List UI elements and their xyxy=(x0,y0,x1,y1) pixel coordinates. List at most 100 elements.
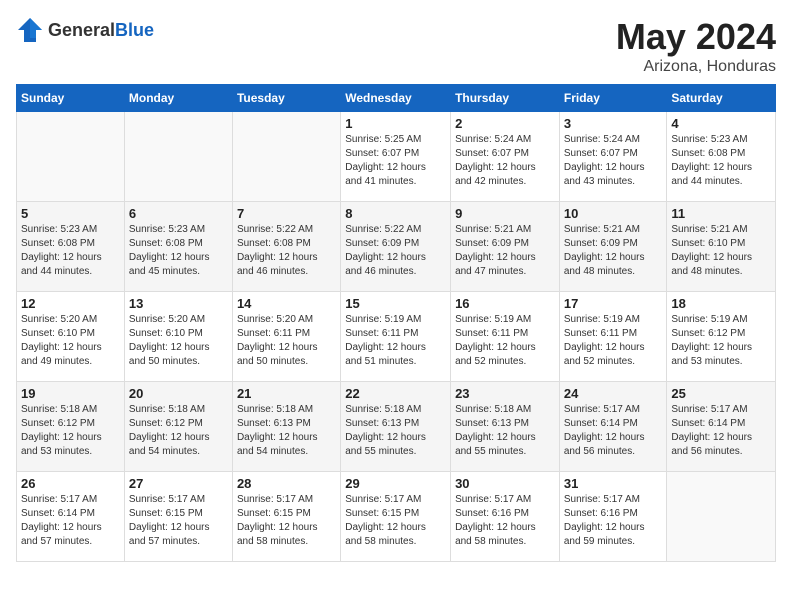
header-saturday: Saturday xyxy=(667,85,776,112)
day-number: 12 xyxy=(21,296,120,311)
table-row: 28 Sunrise: 5:17 AMSunset: 6:15 PMDayligh… xyxy=(232,472,340,562)
day-number: 24 xyxy=(564,386,663,401)
day-headers-row: Sunday Monday Tuesday Wednesday Thursday… xyxy=(17,85,776,112)
table-row: 18 Sunrise: 5:19 AMSunset: 6:12 PMDayligh… xyxy=(667,292,776,382)
header-wednesday: Wednesday xyxy=(341,85,451,112)
day-number: 19 xyxy=(21,386,120,401)
table-row: 19 Sunrise: 5:18 AMSunset: 6:12 PMDayligh… xyxy=(17,382,125,472)
day-number: 8 xyxy=(345,206,446,221)
day-info: Sunrise: 5:22 AMSunset: 6:09 PMDaylight:… xyxy=(345,223,446,279)
table-row: 21 Sunrise: 5:18 AMSunset: 6:13 PMDayligh… xyxy=(232,382,340,472)
table-row: 14 Sunrise: 5:20 AMSunset: 6:11 PMDayligh… xyxy=(232,292,340,382)
table-row: 24 Sunrise: 5:17 AMSunset: 6:14 PMDayligh… xyxy=(559,382,667,472)
day-info: Sunrise: 5:23 AMSunset: 6:08 PMDaylight:… xyxy=(129,223,228,279)
day-info: Sunrise: 5:21 AMSunset: 6:09 PMDaylight:… xyxy=(564,223,663,279)
day-number: 16 xyxy=(455,296,555,311)
day-number: 18 xyxy=(671,296,771,311)
day-number: 21 xyxy=(237,386,336,401)
day-info: Sunrise: 5:17 AMSunset: 6:14 PMDaylight:… xyxy=(21,493,120,549)
table-row xyxy=(667,472,776,562)
day-info: Sunrise: 5:24 AMSunset: 6:07 PMDaylight:… xyxy=(564,133,663,189)
day-number: 13 xyxy=(129,296,228,311)
table-row: 11 Sunrise: 5:21 AMSunset: 6:10 PMDayligh… xyxy=(667,202,776,292)
day-info: Sunrise: 5:21 AMSunset: 6:09 PMDaylight:… xyxy=(455,223,555,279)
table-row: 5 Sunrise: 5:23 AMSunset: 6:08 PMDaylight… xyxy=(17,202,125,292)
day-number: 17 xyxy=(564,296,663,311)
calendar-week-row: 1 Sunrise: 5:25 AMSunset: 6:07 PMDaylight… xyxy=(17,112,776,202)
table-row: 15 Sunrise: 5:19 AMSunset: 6:11 PMDayligh… xyxy=(341,292,451,382)
location-subtitle: Arizona, Honduras xyxy=(616,58,776,76)
day-number: 11 xyxy=(671,206,771,221)
day-number: 30 xyxy=(455,476,555,491)
table-row xyxy=(17,112,125,202)
month-year-title: May 2024 xyxy=(616,16,776,58)
logo-text: GeneralBlue xyxy=(48,20,154,41)
day-number: 15 xyxy=(345,296,446,311)
table-row: 10Sunrise: 5:21 AMSunset: 6:09 PMDayligh… xyxy=(559,202,667,292)
day-number: 23 xyxy=(455,386,555,401)
day-info: Sunrise: 5:18 AMSunset: 6:12 PMDaylight:… xyxy=(129,403,228,459)
day-info: Sunrise: 5:17 AMSunset: 6:14 PMDaylight:… xyxy=(671,403,771,459)
day-info: Sunrise: 5:19 AMSunset: 6:12 PMDaylight:… xyxy=(671,313,771,369)
day-info: Sunrise: 5:17 AMSunset: 6:16 PMDaylight:… xyxy=(564,493,663,549)
calendar-week-row: 12 Sunrise: 5:20 AMSunset: 6:10 PMDayligh… xyxy=(17,292,776,382)
day-number: 28 xyxy=(237,476,336,491)
header-sunday: Sunday xyxy=(17,85,125,112)
table-row: 17 Sunrise: 5:19 AMSunset: 6:11 PMDayligh… xyxy=(559,292,667,382)
page-container: GeneralBlue May 2024 Arizona, Honduras S… xyxy=(16,16,776,562)
table-row: 4 Sunrise: 5:23 AMSunset: 6:08 PMDaylight… xyxy=(667,112,776,202)
day-info: Sunrise: 5:18 AMSunset: 6:12 PMDaylight:… xyxy=(21,403,120,459)
calendar-week-row: 26Sunrise: 5:17 AMSunset: 6:14 PMDayligh… xyxy=(17,472,776,562)
day-number: 7 xyxy=(237,206,336,221)
table-row: 3Sunrise: 5:24 AMSunset: 6:07 PMDaylight… xyxy=(559,112,667,202)
day-number: 25 xyxy=(671,386,771,401)
calendar-week-row: 19 Sunrise: 5:18 AMSunset: 6:12 PMDayligh… xyxy=(17,382,776,472)
day-info: Sunrise: 5:18 AMSunset: 6:13 PMDaylight:… xyxy=(455,403,555,459)
day-info: Sunrise: 5:17 AMSunset: 6:15 PMDaylight:… xyxy=(237,493,336,549)
day-info: Sunrise: 5:23 AMSunset: 6:08 PMDaylight:… xyxy=(21,223,120,279)
day-info: Sunrise: 5:21 AMSunset: 6:10 PMDaylight:… xyxy=(671,223,771,279)
table-row xyxy=(232,112,340,202)
day-number: 2 xyxy=(455,116,555,131)
day-info: Sunrise: 5:18 AMSunset: 6:13 PMDaylight:… xyxy=(237,403,336,459)
table-row: 26Sunrise: 5:17 AMSunset: 6:14 PMDayligh… xyxy=(17,472,125,562)
table-row: 1 Sunrise: 5:25 AMSunset: 6:07 PMDaylight… xyxy=(341,112,451,202)
table-row: 2 Sunrise: 5:24 AMSunset: 6:07 PMDaylight… xyxy=(451,112,560,202)
day-info: Sunrise: 5:19 AMSunset: 6:11 PMDaylight:… xyxy=(564,313,663,369)
day-number: 5 xyxy=(21,206,120,221)
day-number: 4 xyxy=(671,116,771,131)
day-number: 31 xyxy=(564,476,663,491)
header: GeneralBlue May 2024 Arizona, Honduras xyxy=(16,16,776,76)
logo-blue: Blue xyxy=(115,20,154,40)
table-row: 7Sunrise: 5:22 AMSunset: 6:08 PMDaylight… xyxy=(232,202,340,292)
day-number: 9 xyxy=(455,206,555,221)
table-row: 12Sunrise: 5:20 AMSunset: 6:10 PMDayligh… xyxy=(17,292,125,382)
table-row: 25 Sunrise: 5:17 AMSunset: 6:14 PMDayligh… xyxy=(667,382,776,472)
logo-icon xyxy=(16,16,44,44)
day-number: 1 xyxy=(345,116,446,131)
day-info: Sunrise: 5:24 AMSunset: 6:07 PMDaylight:… xyxy=(455,133,555,189)
day-info: Sunrise: 5:25 AMSunset: 6:07 PMDaylight:… xyxy=(345,133,446,189)
logo: GeneralBlue xyxy=(16,16,154,44)
table-row: 8 Sunrise: 5:22 AMSunset: 6:09 PMDaylight… xyxy=(341,202,451,292)
table-row xyxy=(124,112,232,202)
table-row: 23 Sunrise: 5:18 AMSunset: 6:13 PMDayligh… xyxy=(451,382,560,472)
day-info: Sunrise: 5:20 AMSunset: 6:10 PMDaylight:… xyxy=(129,313,228,369)
day-info: Sunrise: 5:18 AMSunset: 6:13 PMDaylight:… xyxy=(345,403,446,459)
day-info: Sunrise: 5:17 AMSunset: 6:15 PMDaylight:… xyxy=(345,493,446,549)
day-number: 14 xyxy=(237,296,336,311)
day-info: Sunrise: 5:20 AMSunset: 6:11 PMDaylight:… xyxy=(237,313,336,369)
day-info: Sunrise: 5:23 AMSunset: 6:08 PMDaylight:… xyxy=(671,133,771,189)
table-row: 9 Sunrise: 5:21 AMSunset: 6:09 PMDaylight… xyxy=(451,202,560,292)
day-number: 6 xyxy=(129,206,228,221)
table-row: 31 Sunrise: 5:17 AMSunset: 6:16 PMDayligh… xyxy=(559,472,667,562)
table-row: 16Sunrise: 5:19 AMSunset: 6:11 PMDayligh… xyxy=(451,292,560,382)
day-number: 29 xyxy=(345,476,446,491)
day-number: 27 xyxy=(129,476,228,491)
day-number: 20 xyxy=(129,386,228,401)
header-monday: Monday xyxy=(124,85,232,112)
table-row: 29 Sunrise: 5:17 AMSunset: 6:15 PMDayligh… xyxy=(341,472,451,562)
day-info: Sunrise: 5:17 AMSunset: 6:14 PMDaylight:… xyxy=(564,403,663,459)
day-info: Sunrise: 5:19 AMSunset: 6:11 PMDaylight:… xyxy=(345,313,446,369)
table-row: 20 Sunrise: 5:18 AMSunset: 6:12 PMDayligh… xyxy=(124,382,232,472)
